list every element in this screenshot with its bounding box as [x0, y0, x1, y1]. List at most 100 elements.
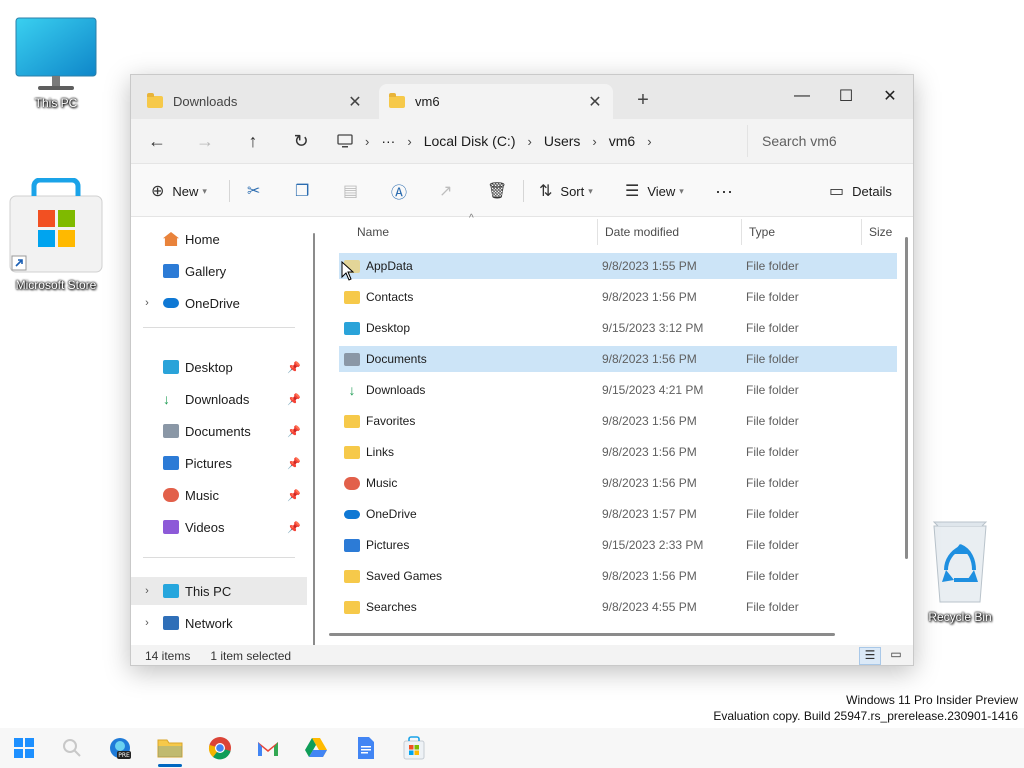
file-date-modified: 9/8/2023 1:56 PM	[602, 569, 697, 583]
pin-icon[interactable]: 📌	[287, 521, 301, 534]
table-row[interactable]: Music 9/8/2023 1:56 PM File folder	[339, 470, 897, 496]
cut-button[interactable]: ✂	[247, 177, 260, 205]
list-scrollbar[interactable]	[905, 237, 908, 559]
gmail-button[interactable]	[252, 734, 284, 762]
pin-icon[interactable]: 📌	[287, 393, 301, 406]
table-row[interactable]: Desktop 9/15/2023 3:12 PM File folder	[339, 315, 897, 341]
chevron-right-icon[interactable]: ›	[527, 134, 531, 149]
column-header-size[interactable]: Size	[869, 217, 892, 247]
file-name: Music	[366, 476, 398, 490]
pin-icon[interactable]: 📌	[287, 425, 301, 438]
pin-icon[interactable]: 📌	[287, 489, 301, 502]
tab-downloads[interactable]: Downloads ✕	[137, 84, 373, 119]
chevron-right-icon[interactable]: ›	[592, 134, 596, 149]
nav-item-network[interactable]: › Network	[131, 609, 307, 637]
maximize-button[interactable]: ☐	[823, 81, 869, 111]
nav-scrollbar[interactable]	[313, 233, 315, 663]
chevron-right-icon[interactable]: ›	[131, 585, 163, 597]
nav-item-downloads[interactable]: ↓ Downloads 📌	[131, 385, 307, 413]
refresh-icon[interactable]: ↻	[287, 129, 315, 153]
close-tab-icon[interactable]: ✕	[587, 92, 603, 112]
nav-item-desktop[interactable]: Desktop 📌	[131, 353, 307, 381]
google-docs-button[interactable]	[350, 734, 382, 762]
computer-icon[interactable]	[337, 133, 353, 149]
horizontal-scrollbar[interactable]	[329, 633, 835, 636]
column-divider[interactable]	[597, 219, 598, 245]
file-name: OneDrive	[366, 507, 417, 521]
nav-item-home[interactable]: Home	[131, 225, 307, 253]
new-button[interactable]: ⊕ New ▾	[151, 177, 207, 205]
nav-item-pictures[interactable]: Pictures 📌	[131, 449, 307, 477]
edge-beta-button[interactable]: PRE	[104, 734, 136, 762]
back-arrow-icon[interactable]: ←	[143, 129, 171, 153]
nav-item-videos[interactable]: Videos 📌	[131, 513, 307, 541]
column-header-name[interactable]: Name	[357, 217, 389, 247]
tab-vm6[interactable]: vm6 ✕	[379, 84, 613, 119]
table-row[interactable]: ↓ Downloads 9/15/2023 4:21 PM File folder	[339, 377, 897, 403]
table-row[interactable]: Searches 9/8/2023 4:55 PM File folder	[339, 594, 897, 620]
copy-button[interactable]: ❐	[295, 177, 309, 205]
nav-item-onedrive[interactable]: › OneDrive	[131, 289, 307, 317]
breadcrumb-overflow[interactable]: ···	[381, 133, 395, 149]
column-divider[interactable]	[741, 219, 742, 245]
more-options-button[interactable]: ···	[715, 177, 733, 205]
table-row[interactable]: Pictures 9/15/2023 2:33 PM File folder	[339, 532, 897, 558]
file-explorer-button[interactable]	[154, 734, 186, 767]
folder-icon	[147, 92, 163, 108]
minimize-button[interactable]: —	[779, 81, 825, 111]
forward-arrow-icon[interactable]: →	[191, 129, 219, 153]
breadcrumb-users[interactable]: Users	[544, 133, 581, 149]
nav-item-documents[interactable]: Documents 📌	[131, 417, 307, 445]
new-tab-button[interactable]: +	[631, 89, 655, 112]
details-view-icon[interactable]: ☰	[859, 647, 881, 665]
nav-item-this-pc[interactable]: › This PC	[131, 577, 307, 605]
breadcrumb-local-disk[interactable]: Local Disk (C:)	[424, 133, 516, 149]
file-type: File folder	[746, 290, 799, 304]
music-icon	[163, 488, 179, 502]
file-type: File folder	[746, 569, 799, 583]
store-button[interactable]	[398, 734, 430, 762]
file-list: Name ^ Date modified Type Size AppData 9/…	[323, 213, 913, 645]
tiles-view-icon[interactable]: ▭	[887, 647, 905, 665]
close-tab-icon[interactable]: ✕	[347, 92, 363, 112]
chevron-right-icon[interactable]: ›	[365, 134, 369, 149]
chevron-right-icon[interactable]: ›	[131, 297, 163, 309]
chevron-right-icon[interactable]: ›	[647, 134, 651, 149]
file-type: File folder	[746, 538, 799, 552]
close-window-button[interactable]: ✕	[867, 81, 913, 111]
search-button[interactable]	[56, 734, 88, 762]
google-drive-button[interactable]	[300, 734, 332, 762]
chrome-button[interactable]	[204, 734, 236, 762]
table-row[interactable]: Saved Games 9/8/2023 1:56 PM File folder	[339, 563, 897, 589]
start-button[interactable]	[8, 734, 40, 762]
paste-button[interactable]: ▤	[343, 177, 358, 205]
watermark-line-2: Evaluation copy. Build 25947.rs_prerelea…	[713, 709, 1018, 723]
breadcrumb-vm6[interactable]: vm6	[609, 133, 635, 149]
details-button[interactable]: ▭ Details	[829, 177, 892, 205]
desktop-icon-recycle-bin[interactable]: Recycle Bin	[910, 520, 1010, 624]
nav-item-gallery[interactable]: Gallery	[131, 257, 307, 285]
column-divider[interactable]	[861, 219, 862, 245]
desktop-icon-microsoft-store[interactable]: Microsoft Store	[6, 178, 106, 292]
nav-item-music[interactable]: Music 📌	[131, 481, 307, 509]
column-header-date[interactable]: Date modified	[605, 217, 679, 247]
table-row[interactable]: Documents 9/8/2023 1:56 PM File folder	[339, 346, 897, 372]
table-row[interactable]: OneDrive 9/8/2023 1:57 PM File folder	[339, 501, 897, 527]
desktop-icon-this-pc[interactable]: This PC	[6, 16, 106, 110]
search-input[interactable]: Search vm6	[747, 125, 911, 157]
table-row[interactable]: Links 9/8/2023 1:56 PM File folder	[339, 439, 897, 465]
delete-button[interactable]: 🗑	[487, 177, 507, 205]
table-row[interactable]: Contacts 9/8/2023 1:56 PM File folder	[339, 284, 897, 310]
table-row[interactable]: AppData 9/8/2023 1:55 PM File folder	[339, 253, 897, 279]
table-row[interactable]: Favorites 9/8/2023 1:56 PM File folder	[339, 408, 897, 434]
up-arrow-icon[interactable]: ↑	[239, 129, 267, 153]
chevron-right-icon[interactable]: ›	[131, 617, 163, 629]
sort-button[interactable]: ⇅ Sort ▾	[539, 177, 593, 205]
pin-icon[interactable]: 📌	[287, 457, 301, 470]
rename-button[interactable]: Ⓐ	[391, 177, 407, 205]
share-button[interactable]: ↗	[439, 177, 452, 205]
chevron-right-icon[interactable]: ›	[407, 134, 411, 149]
view-button[interactable]: ☰ View ▾	[625, 177, 684, 205]
column-header-type[interactable]: Type	[749, 217, 775, 247]
pin-icon[interactable]: 📌	[287, 361, 301, 374]
